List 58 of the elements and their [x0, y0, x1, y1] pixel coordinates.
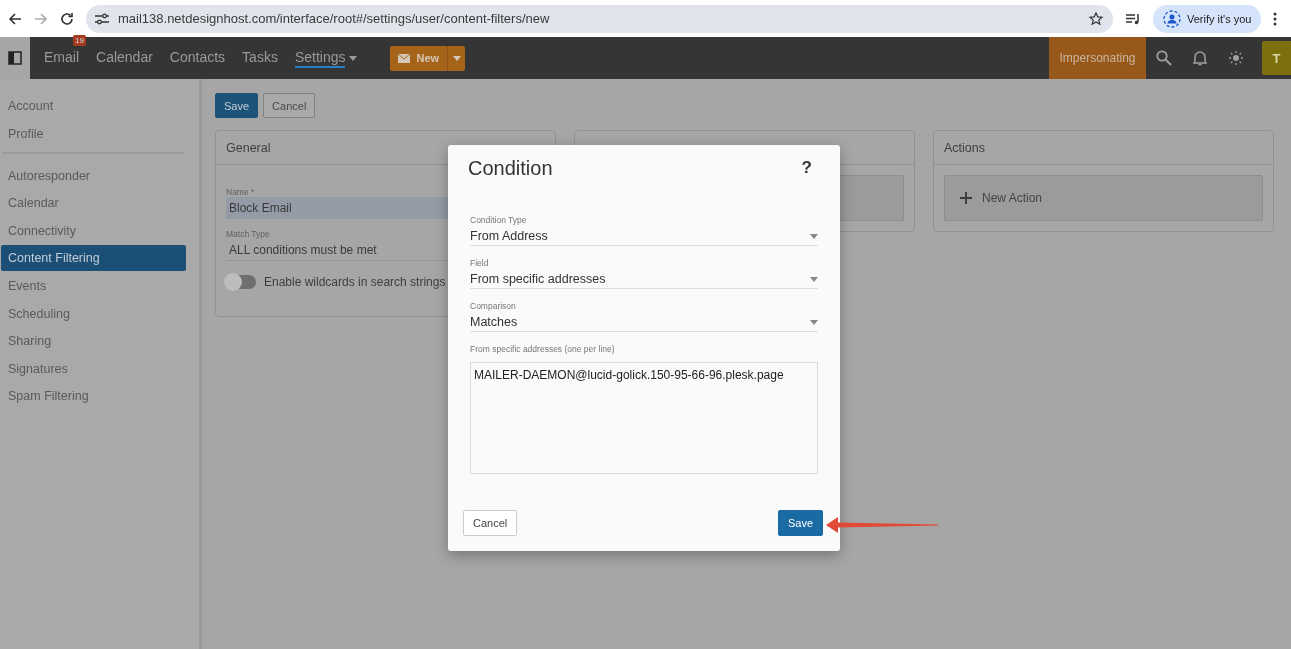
- dropdown-caret-icon: [810, 319, 818, 325]
- addresses-textarea[interactable]: MAILER-DAEMON@lucid-golick.150-95-66-96.plesk.page: [470, 362, 818, 474]
- dropdown-field[interactable]: Matches: [470, 313, 818, 332]
- sidebar-item[interactable]: Scheduling: [1, 300, 186, 327]
- media-icon[interactable]: [1125, 11, 1141, 26]
- sidebar-item[interactable]: Autoresponder: [1, 162, 186, 189]
- sidebar-item[interactable]: Connectivity: [1, 217, 186, 244]
- plus-icon: [960, 192, 972, 204]
- help-link[interactable]: ?: [801, 158, 812, 178]
- field-label: Field: [470, 258, 490, 268]
- sidebar-item[interactable]: Content Filtering: [1, 245, 186, 272]
- sidebar-item[interactable]: Events: [1, 272, 186, 299]
- dialog-title: Condition: [468, 156, 553, 180]
- verify-button[interactable]: Verify it's you: [1153, 4, 1262, 33]
- back-icon[interactable]: [8, 11, 22, 26]
- field-label: From specific addresses (one per line): [470, 344, 616, 354]
- sidebar-item[interactable]: Calendar: [1, 190, 186, 217]
- site-info-icon[interactable]: [94, 11, 110, 26]
- field-label: Comparison: [470, 301, 517, 311]
- profile-icon: [1163, 9, 1181, 28]
- impersonating-label: Impersonating: [1049, 37, 1146, 79]
- field-label: Match Type: [226, 229, 270, 239]
- new-action-button[interactable]: New Action: [944, 175, 1263, 221]
- card-title: Actions: [944, 140, 985, 155]
- cancel-button[interactable]: Cancel: [463, 510, 518, 536]
- star-icon[interactable]: [1089, 11, 1103, 26]
- save-button[interactable]: Save: [777, 510, 823, 536]
- envelope-icon: [398, 53, 411, 63]
- user-avatar[interactable]: T: [1262, 41, 1291, 75]
- dropdown-caret-icon: [810, 233, 818, 239]
- dropdown-caret-icon: [810, 276, 818, 282]
- nav-tab[interactable]: Tasks: [238, 48, 291, 68]
- more-icon[interactable]: [1273, 11, 1278, 26]
- nav-tab[interactable]: Contacts: [165, 48, 239, 68]
- save-button[interactable]: Save: [215, 93, 259, 118]
- caret-icon: [349, 55, 358, 61]
- bell-icon[interactable]: [1193, 50, 1207, 66]
- sidebar-item[interactable]: Account: [1, 93, 186, 119]
- sidebar-item[interactable]: Sharing: [1, 328, 186, 355]
- reload-icon[interactable]: [60, 11, 74, 26]
- switch-label: Enable wildcards in search strings: [264, 275, 446, 289]
- wildcard-switch[interactable]: [226, 275, 256, 289]
- sidebar-item[interactable]: Signatures: [1, 355, 186, 382]
- sidebar-item[interactable]: Spam Filtering: [1, 383, 186, 410]
- dropdown-field[interactable]: From specific addresses: [470, 270, 818, 289]
- caret-icon: [452, 55, 461, 61]
- sidebar-item[interactable]: Profile: [1, 120, 186, 147]
- sun-icon[interactable]: [1229, 51, 1243, 65]
- nav-tab[interactable]: Calendar: [92, 48, 166, 68]
- unread-badge: 19: [73, 34, 86, 46]
- sidebar-toggle-icon[interactable]: [8, 51, 22, 65]
- card-title: General: [226, 140, 271, 155]
- search-icon[interactable]: [1156, 50, 1172, 66]
- address-bar[interactable]: mail138.netdesignhost.com/interface/root#/settings/user/content-filters/new: [86, 4, 1113, 33]
- nav-tab[interactable]: Settings: [290, 48, 371, 68]
- field-label: Name *: [226, 187, 255, 197]
- dropdown-field[interactable]: From Address: [470, 227, 818, 246]
- cancel-button[interactable]: Cancel: [263, 93, 316, 118]
